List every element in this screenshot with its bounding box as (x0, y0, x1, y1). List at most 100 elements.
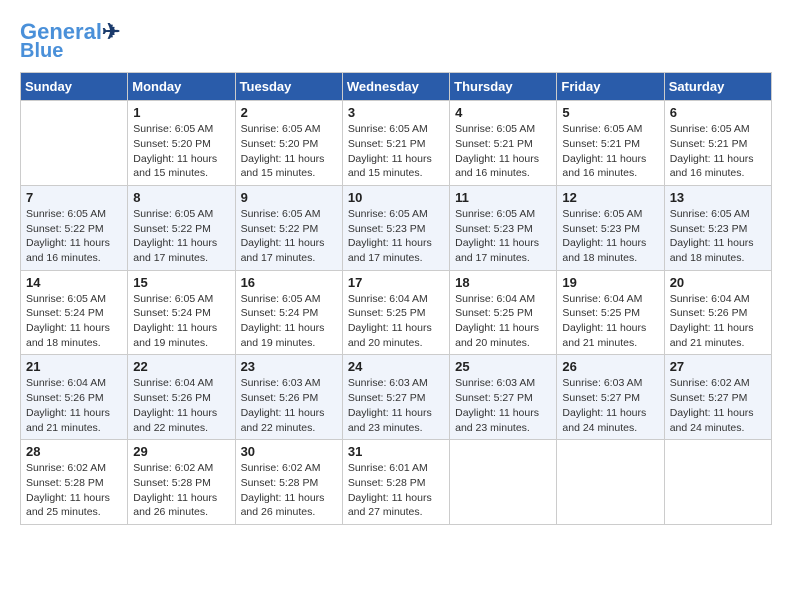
sunrise-text: Sunrise: 6:05 AM (562, 208, 642, 220)
day-info: Sunrise: 6:05 AM Sunset: 5:21 PM Dayligh… (455, 122, 551, 181)
day-info: Sunrise: 6:05 AM Sunset: 5:23 PM Dayligh… (348, 207, 444, 266)
sunset-text: Sunset: 5:27 PM (670, 392, 748, 404)
daylight-text: Daylight: 11 hours and 15 minutes. (133, 153, 217, 180)
sunset-text: Sunset: 5:27 PM (348, 392, 426, 404)
calendar-cell (21, 101, 128, 186)
calendar-cell: 31 Sunrise: 6:01 AM Sunset: 5:28 PM Dayl… (342, 440, 449, 525)
calendar-cell: 26 Sunrise: 6:03 AM Sunset: 5:27 PM Dayl… (557, 355, 664, 440)
sunset-text: Sunset: 5:26 PM (26, 392, 104, 404)
page-header: General✈ Blue (20, 20, 772, 62)
day-info: Sunrise: 6:03 AM Sunset: 5:27 PM Dayligh… (562, 376, 658, 435)
sunrise-text: Sunrise: 6:02 AM (26, 462, 106, 474)
calendar-cell: 15 Sunrise: 6:05 AM Sunset: 5:24 PM Dayl… (128, 270, 235, 355)
sunrise-text: Sunrise: 6:05 AM (670, 123, 750, 135)
calendar-cell: 18 Sunrise: 6:04 AM Sunset: 5:25 PM Dayl… (450, 270, 557, 355)
day-number: 17 (348, 275, 444, 290)
daylight-text: Daylight: 11 hours and 23 minutes. (348, 407, 432, 434)
day-number: 31 (348, 444, 444, 459)
day-info: Sunrise: 6:05 AM Sunset: 5:21 PM Dayligh… (670, 122, 766, 181)
calendar-table: SundayMondayTuesdayWednesdayThursdayFrid… (20, 72, 772, 525)
daylight-text: Daylight: 11 hours and 24 minutes. (670, 407, 754, 434)
sunrise-text: Sunrise: 6:02 AM (133, 462, 213, 474)
daylight-text: Daylight: 11 hours and 27 minutes. (348, 492, 432, 519)
calendar-cell (557, 440, 664, 525)
day-info: Sunrise: 6:01 AM Sunset: 5:28 PM Dayligh… (348, 461, 444, 520)
daylight-text: Daylight: 11 hours and 21 minutes. (562, 322, 646, 349)
day-info: Sunrise: 6:05 AM Sunset: 5:20 PM Dayligh… (241, 122, 337, 181)
sunrise-text: Sunrise: 6:03 AM (562, 377, 642, 389)
sunrise-text: Sunrise: 6:05 AM (133, 293, 213, 305)
day-number: 6 (670, 105, 766, 120)
sunrise-text: Sunrise: 6:04 AM (670, 293, 750, 305)
day-info: Sunrise: 6:05 AM Sunset: 5:24 PM Dayligh… (241, 292, 337, 351)
sunrise-text: Sunrise: 6:05 AM (348, 208, 428, 220)
sunset-text: Sunset: 5:23 PM (670, 223, 748, 235)
day-info: Sunrise: 6:02 AM Sunset: 5:27 PM Dayligh… (670, 376, 766, 435)
calendar-cell: 1 Sunrise: 6:05 AM Sunset: 5:20 PM Dayli… (128, 101, 235, 186)
sunset-text: Sunset: 5:27 PM (455, 392, 533, 404)
day-info: Sunrise: 6:02 AM Sunset: 5:28 PM Dayligh… (241, 461, 337, 520)
day-number: 28 (26, 444, 122, 459)
weekday-header-wednesday: Wednesday (342, 73, 449, 101)
sunset-text: Sunset: 5:21 PM (455, 138, 533, 150)
calendar-cell: 10 Sunrise: 6:05 AM Sunset: 5:23 PM Dayl… (342, 185, 449, 270)
sunset-text: Sunset: 5:28 PM (348, 477, 426, 489)
day-number: 15 (133, 275, 229, 290)
day-number: 5 (562, 105, 658, 120)
calendar-cell (664, 440, 771, 525)
sunset-text: Sunset: 5:23 PM (455, 223, 533, 235)
sunset-text: Sunset: 5:23 PM (562, 223, 640, 235)
sunrise-text: Sunrise: 6:04 AM (26, 377, 106, 389)
day-number: 21 (26, 359, 122, 374)
sunrise-text: Sunrise: 6:05 AM (455, 123, 535, 135)
day-info: Sunrise: 6:05 AM Sunset: 5:22 PM Dayligh… (133, 207, 229, 266)
day-info: Sunrise: 6:03 AM Sunset: 5:26 PM Dayligh… (241, 376, 337, 435)
day-info: Sunrise: 6:04 AM Sunset: 5:25 PM Dayligh… (348, 292, 444, 351)
sunrise-text: Sunrise: 6:05 AM (562, 123, 642, 135)
daylight-text: Daylight: 11 hours and 20 minutes. (348, 322, 432, 349)
day-number: 24 (348, 359, 444, 374)
daylight-text: Daylight: 11 hours and 16 minutes. (26, 237, 110, 264)
sunset-text: Sunset: 5:24 PM (26, 307, 104, 319)
daylight-text: Daylight: 11 hours and 15 minutes. (348, 153, 432, 180)
calendar-cell: 21 Sunrise: 6:04 AM Sunset: 5:26 PM Dayl… (21, 355, 128, 440)
sunrise-text: Sunrise: 6:03 AM (241, 377, 321, 389)
daylight-text: Daylight: 11 hours and 17 minutes. (133, 237, 217, 264)
calendar-cell (450, 440, 557, 525)
calendar-cell: 3 Sunrise: 6:05 AM Sunset: 5:21 PM Dayli… (342, 101, 449, 186)
daylight-text: Daylight: 11 hours and 18 minutes. (26, 322, 110, 349)
calendar-cell: 6 Sunrise: 6:05 AM Sunset: 5:21 PM Dayli… (664, 101, 771, 186)
calendar-cell: 8 Sunrise: 6:05 AM Sunset: 5:22 PM Dayli… (128, 185, 235, 270)
daylight-text: Daylight: 11 hours and 26 minutes. (241, 492, 325, 519)
sunset-text: Sunset: 5:28 PM (241, 477, 319, 489)
day-info: Sunrise: 6:04 AM Sunset: 5:26 PM Dayligh… (133, 376, 229, 435)
day-info: Sunrise: 6:02 AM Sunset: 5:28 PM Dayligh… (133, 461, 229, 520)
logo-blue: Blue (20, 40, 63, 62)
logo: General✈ Blue (20, 20, 120, 62)
calendar-cell: 22 Sunrise: 6:04 AM Sunset: 5:26 PM Dayl… (128, 355, 235, 440)
day-info: Sunrise: 6:05 AM Sunset: 5:20 PM Dayligh… (133, 122, 229, 181)
calendar-cell: 16 Sunrise: 6:05 AM Sunset: 5:24 PM Dayl… (235, 270, 342, 355)
weekday-header-sunday: Sunday (21, 73, 128, 101)
day-number: 2 (241, 105, 337, 120)
sunrise-text: Sunrise: 6:05 AM (348, 123, 428, 135)
day-info: Sunrise: 6:05 AM Sunset: 5:24 PM Dayligh… (133, 292, 229, 351)
daylight-text: Daylight: 11 hours and 17 minutes. (348, 237, 432, 264)
sunrise-text: Sunrise: 6:05 AM (670, 208, 750, 220)
calendar-cell: 27 Sunrise: 6:02 AM Sunset: 5:27 PM Dayl… (664, 355, 771, 440)
calendar-week-row: 21 Sunrise: 6:04 AM Sunset: 5:26 PM Dayl… (21, 355, 772, 440)
day-number: 30 (241, 444, 337, 459)
sunrise-text: Sunrise: 6:05 AM (133, 208, 213, 220)
sunset-text: Sunset: 5:22 PM (133, 223, 211, 235)
day-number: 20 (670, 275, 766, 290)
calendar-cell: 29 Sunrise: 6:02 AM Sunset: 5:28 PM Dayl… (128, 440, 235, 525)
sunrise-text: Sunrise: 6:03 AM (348, 377, 428, 389)
day-number: 29 (133, 444, 229, 459)
sunset-text: Sunset: 5:28 PM (26, 477, 104, 489)
calendar-cell: 11 Sunrise: 6:05 AM Sunset: 5:23 PM Dayl… (450, 185, 557, 270)
sunrise-text: Sunrise: 6:01 AM (348, 462, 428, 474)
sunset-text: Sunset: 5:22 PM (241, 223, 319, 235)
day-info: Sunrise: 6:05 AM Sunset: 5:23 PM Dayligh… (670, 207, 766, 266)
sunrise-text: Sunrise: 6:05 AM (133, 123, 213, 135)
weekday-header-thursday: Thursday (450, 73, 557, 101)
